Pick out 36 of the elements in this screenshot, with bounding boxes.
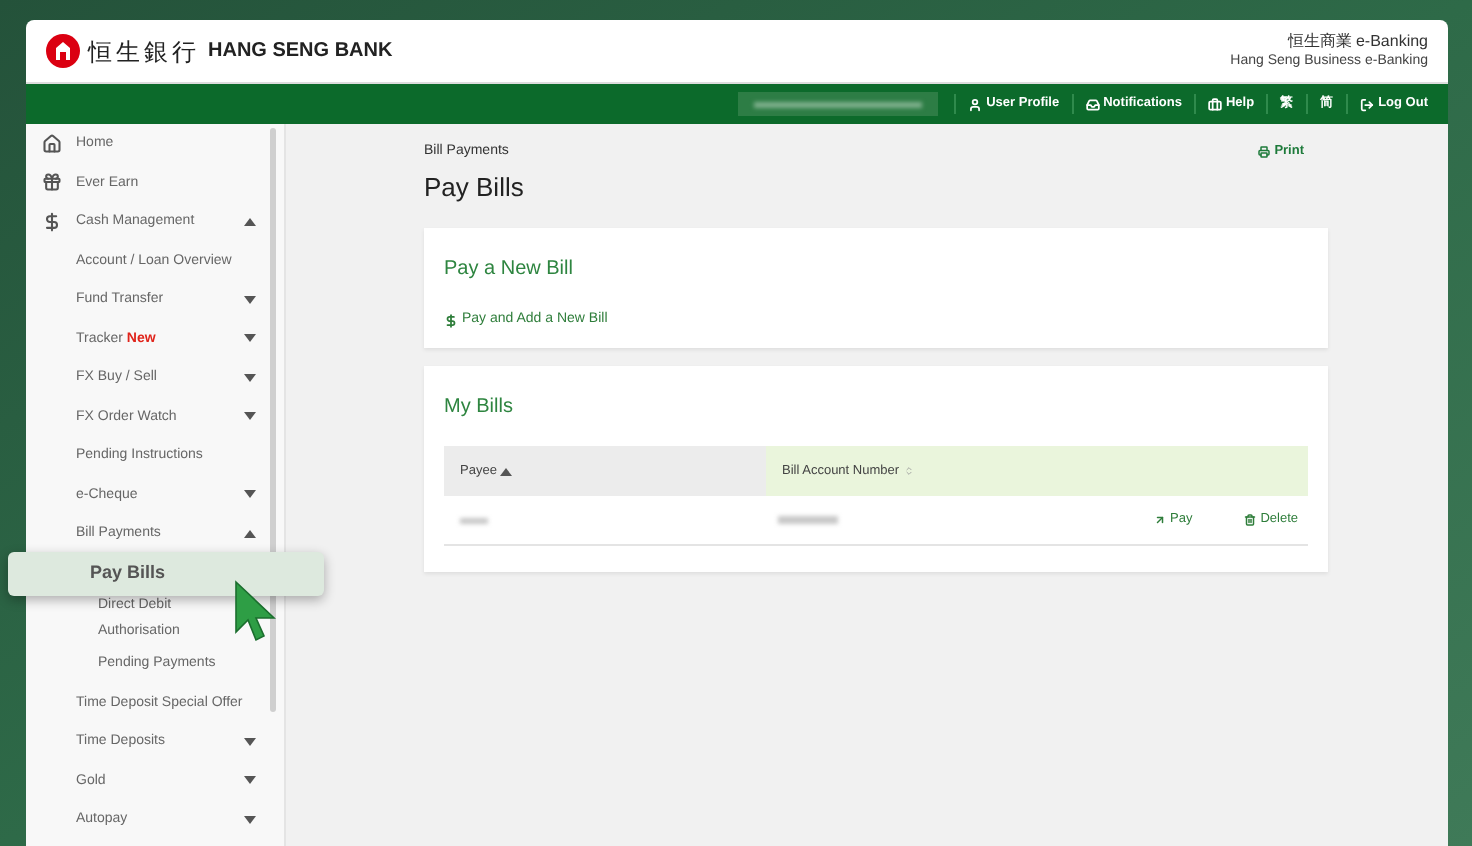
logo-icon — [46, 34, 80, 68]
caret-down-icon — [244, 373, 256, 382]
blurred-account-field[interactable] — [738, 92, 939, 116]
caret-up-icon — [244, 529, 256, 538]
home-icon — [42, 133, 62, 154]
logo-text: HANG SENG BANK — [208, 38, 393, 66]
caret-up-icon — [500, 467, 513, 475]
caret-down-icon — [244, 295, 256, 304]
scrollbar[interactable] — [270, 128, 276, 712]
dollar-icon — [42, 211, 62, 232]
sort-icon — [903, 466, 914, 476]
logo-chinese: 恒生銀行 — [88, 35, 200, 69]
card-title: My Bills — [444, 394, 515, 422]
caret-down-icon — [244, 334, 256, 343]
logout-icon — [1360, 97, 1375, 111]
blurred-payee — [460, 517, 488, 523]
user-icon — [968, 97, 983, 111]
card-title: Pay a New Bill — [444, 256, 575, 284]
sidebar-item[interactable]: Pay Bills — [8, 551, 324, 595]
gift-icon — [42, 172, 62, 193]
caret-down-icon — [244, 490, 256, 499]
caret-up-icon — [244, 217, 256, 226]
product-title: 恒生商業 e-Banking — [1285, 31, 1428, 51]
cursor-icon — [234, 580, 278, 644]
printer-icon — [1258, 146, 1271, 158]
briefcase-icon — [1207, 97, 1222, 111]
caret-down-icon — [244, 776, 256, 785]
blurred-account-number — [778, 516, 838, 524]
arrow-icon — [1154, 514, 1166, 526]
caret-down-icon — [244, 412, 256, 421]
trash-icon — [1244, 514, 1257, 526]
caret-down-icon — [244, 737, 256, 746]
caret-down-icon — [244, 815, 256, 824]
dollar-icon — [444, 313, 458, 328]
inbox-icon — [1085, 97, 1100, 111]
page-title: Pay Bills — [424, 169, 524, 206]
